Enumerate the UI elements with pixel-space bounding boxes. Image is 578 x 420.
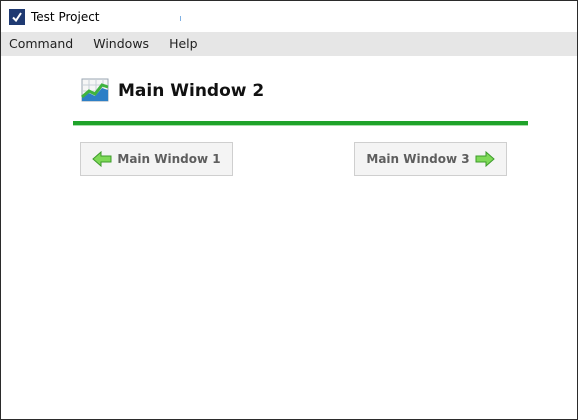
menu-help[interactable]: Help (159, 32, 208, 56)
page-title: Main Window 2 (118, 81, 265, 101)
menu-windows[interactable]: Windows (83, 32, 159, 56)
menu-bar: Command Windows Help (1, 32, 577, 56)
title-bar: Test Project (1, 1, 577, 32)
page-header: Main Window 2 (81, 78, 264, 104)
app-window: Test Project Command Windows Help Main W… (0, 0, 578, 420)
title-divider (73, 121, 528, 126)
chart-icon (81, 78, 109, 102)
arrow-right-icon (475, 151, 495, 167)
window-title: Test Project (31, 9, 100, 24)
next-window-button[interactable]: Main Window 3 (354, 142, 507, 176)
arrow-left-icon (92, 151, 112, 167)
title-marker (180, 16, 181, 21)
menu-command[interactable]: Command (1, 32, 83, 56)
next-window-label: Main Window 3 (366, 152, 470, 166)
main-content: Main Window 2 Main Window 1 Main Window … (1, 56, 577, 416)
prev-window-label: Main Window 1 (117, 152, 221, 166)
checkmark-icon (9, 8, 25, 25)
prev-window-button[interactable]: Main Window 1 (80, 142, 233, 176)
